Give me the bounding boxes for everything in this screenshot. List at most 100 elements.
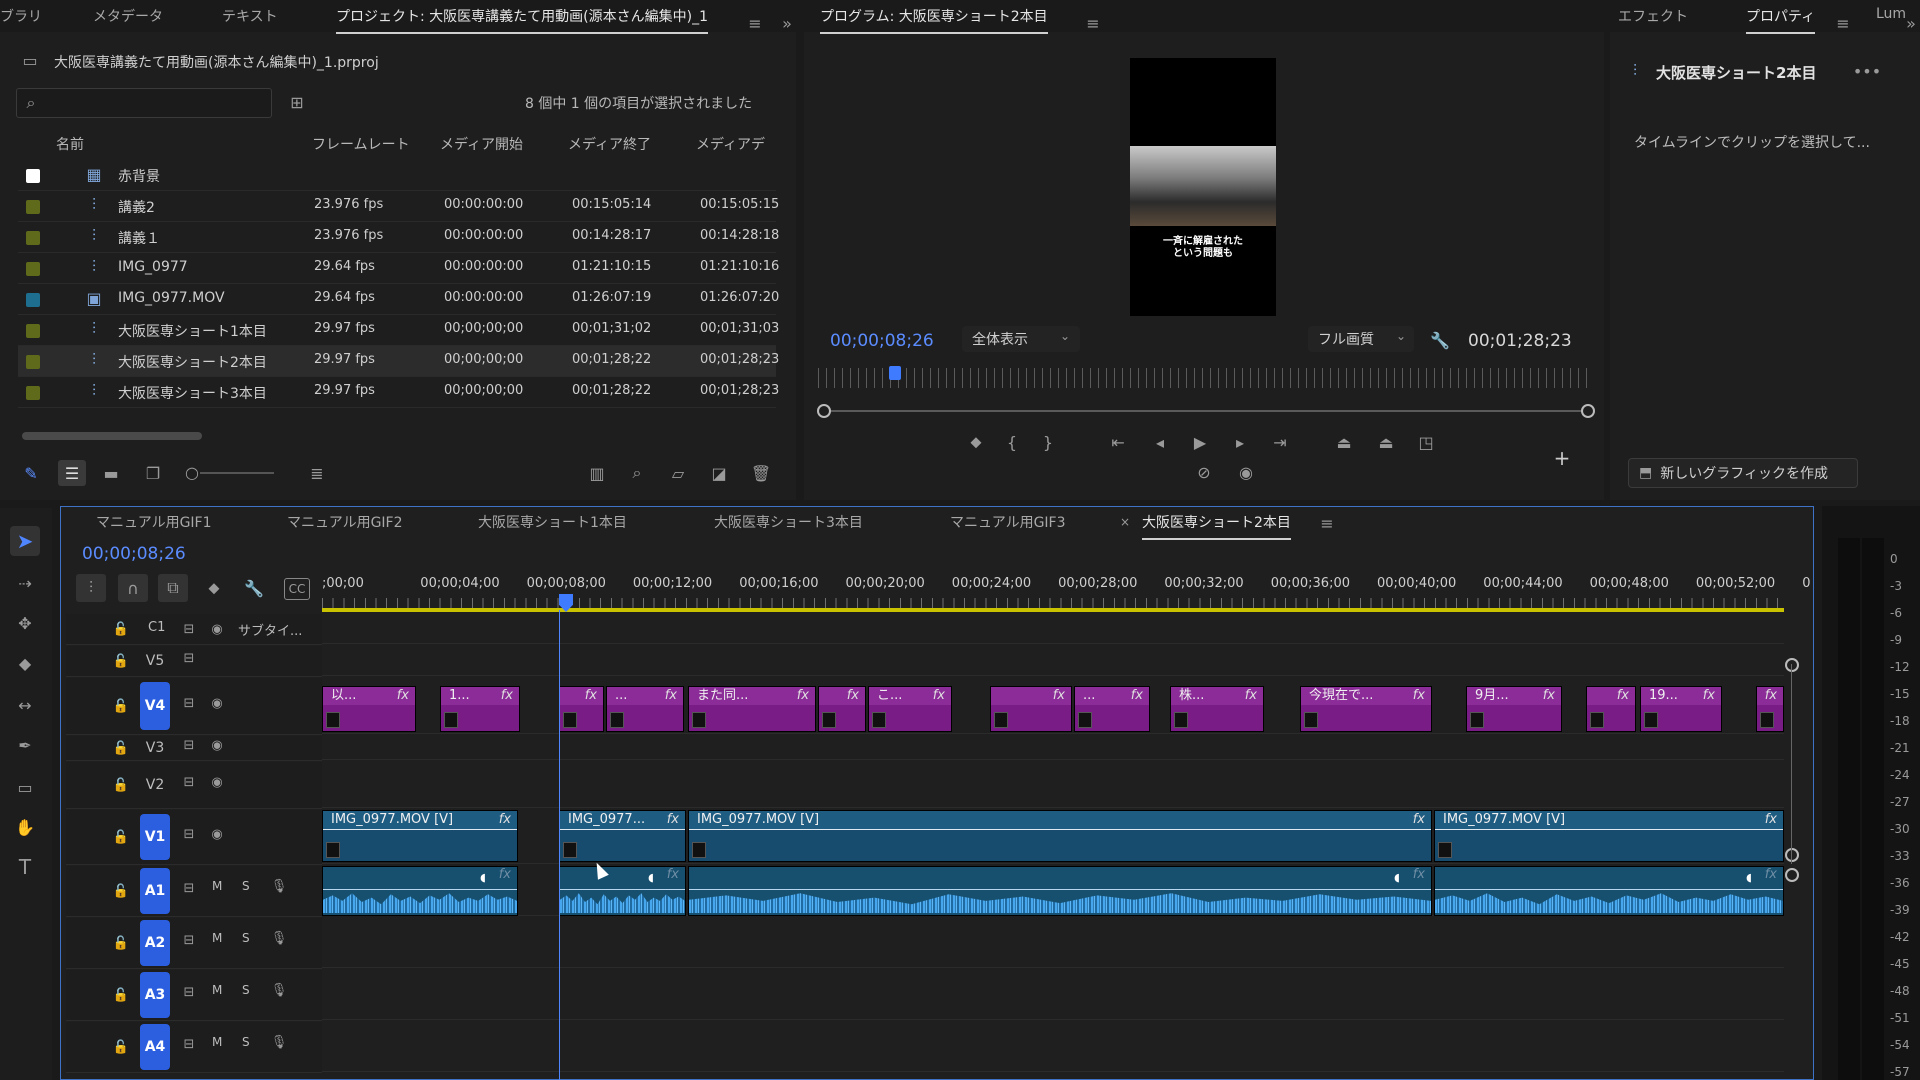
audio-clip-a1[interactable]: ◖ fx: [322, 866, 518, 916]
video-clip-v4[interactable]: fx: [1756, 686, 1784, 732]
hamburger-icon[interactable]: ≡: [746, 14, 764, 33]
solo-button[interactable]: S: [242, 931, 250, 945]
video-clip-v4[interactable]: ... fx: [606, 686, 684, 732]
slip-tool-icon[interactable]: ↔: [12, 692, 38, 718]
solo-button[interactable]: S: [242, 879, 250, 893]
compare-icon[interactable]: ◳: [1414, 432, 1438, 452]
track-target-v5[interactable]: V5: [140, 646, 170, 676]
program-scrollbar[interactable]: [822, 410, 1586, 412]
video-clip-v4[interactable]: また同... fx: [688, 686, 816, 732]
list-view-icon[interactable]: ☰: [58, 460, 86, 486]
fx-badge[interactable]: fx: [499, 867, 511, 882]
video-clip-v4[interactable]: fx: [559, 686, 604, 732]
fx-badge[interactable]: fx: [1703, 687, 1715, 705]
more-options-icon[interactable]: •••: [1853, 60, 1881, 82]
work-area-bar[interactable]: [322, 608, 1784, 612]
snap-icon[interactable]: ∩: [118, 574, 148, 602]
label-color-swatch[interactable]: [26, 324, 40, 338]
lock-icon[interactable]: 🔓: [112, 1038, 130, 1056]
microphone-icon[interactable]: 🎙: [270, 1033, 288, 1051]
vscroll-handle-top[interactable]: [1785, 658, 1799, 672]
add-marker-icon[interactable]: ⬥: [204, 578, 224, 598]
sort-icon[interactable]: ≣: [306, 462, 328, 484]
video-clip-v4[interactable]: fx: [1586, 686, 1636, 732]
lift-icon[interactable]: ⏏: [1332, 432, 1356, 452]
video-clip-v1[interactable]: IMG_0977.MOV [V] fx: [322, 810, 518, 862]
go-to-in-icon[interactable]: ⇤: [1108, 432, 1128, 452]
solo-button[interactable]: S: [242, 1035, 250, 1049]
step-back-icon[interactable]: ◂: [1150, 432, 1170, 452]
go-to-out-icon[interactable]: ⇥: [1270, 432, 1290, 452]
scroll-start-handle[interactable]: [817, 404, 831, 418]
project-item-row[interactable]: ⫶ IMG_0977 29.64 fps 00:00:00:00 01:21:10:15…: [18, 253, 779, 284]
razor-tool-icon[interactable]: ◆: [12, 650, 38, 676]
sync-lock-icon[interactable]: ⊟: [180, 879, 198, 897]
project-item-row[interactable]: ⫶ 講義2 23.976 fps 00:00:00:00 00:15:05:14 00:1…: [18, 191, 779, 222]
eye-icon[interactable]: ◉: [208, 694, 226, 712]
microphone-icon[interactable]: 🎙: [270, 981, 288, 999]
add-button-icon[interactable]: +: [1552, 446, 1572, 470]
fx-badge[interactable]: fx: [1413, 687, 1425, 705]
rectangle-tool-icon[interactable]: ▭: [12, 774, 38, 800]
label-color-swatch[interactable]: [26, 200, 40, 214]
track-target-v2[interactable]: V2: [140, 770, 170, 800]
sync-lock-icon[interactable]: ⊟: [180, 736, 198, 754]
video-clip-v1[interactable]: IMG_0977... fx: [559, 810, 686, 862]
track-target-v1[interactable]: V1: [140, 814, 170, 860]
lock-icon[interactable]: 🔓: [112, 882, 130, 900]
eye-icon[interactable]: ◉: [208, 825, 226, 843]
lock-icon[interactable]: 🔓: [112, 652, 130, 670]
timeline-timecode[interactable]: 00;00;08;26: [82, 544, 186, 564]
tab-short2[interactable]: 大阪医専ショート2本目: [1142, 512, 1291, 540]
fx-badge[interactable]: fx: [1245, 687, 1257, 705]
vscroll-handle-mid[interactable]: [1785, 848, 1799, 862]
col-name[interactable]: 名前: [56, 134, 84, 154]
zoom-slider-knob-icon[interactable]: ○: [184, 463, 200, 482]
hand-tool-icon[interactable]: ✋: [12, 814, 38, 840]
video-clip-v4[interactable]: こ... fx: [868, 686, 952, 732]
tab-gif2[interactable]: マニュアル用GIF2: [287, 512, 403, 532]
eye-icon[interactable]: ◉: [208, 620, 226, 638]
lock-icon[interactable]: 🔓: [112, 934, 130, 952]
fx-badge[interactable]: fx: [499, 811, 511, 829]
audio-clip-a1[interactable]: ◖ fx: [688, 866, 1432, 916]
sync-lock-icon[interactable]: ⊟: [180, 620, 198, 638]
project-item-row[interactable]: ⫶ 大阪医専ショート3本目 29.97 fps 00;00;00;00 00;01;28…: [18, 377, 779, 408]
col-media-end[interactable]: メディア終了: [568, 134, 651, 154]
zoom-slider[interactable]: [200, 472, 274, 474]
new-bin-icon[interactable]: ▱: [667, 462, 689, 484]
mark-out-icon[interactable]: }: [1038, 432, 1058, 452]
video-frame[interactable]: 一斉に解雇された という問題も: [1130, 58, 1276, 316]
tab-library[interactable]: ブラリ: [0, 6, 42, 26]
col-media-duration[interactable]: メディアデ: [696, 134, 765, 154]
fx-badge[interactable]: fx: [1765, 687, 1777, 705]
mute-button[interactable]: M: [212, 1035, 222, 1049]
new-graphic-button[interactable]: ⬒ 新しいグラフィックを作成: [1628, 458, 1858, 488]
fx-badge[interactable]: fx: [1617, 687, 1629, 705]
label-color-swatch[interactable]: [26, 355, 40, 369]
lock-icon[interactable]: 🔓: [112, 776, 130, 794]
tab-metadata[interactable]: メタデータ: [93, 6, 163, 26]
quality-dropdown[interactable]: フル画質 ⌄: [1308, 326, 1414, 352]
track-target-v4[interactable]: V4: [140, 682, 170, 730]
fx-badge[interactable]: fx: [933, 687, 945, 705]
fx-badge[interactable]: fx: [397, 687, 409, 705]
video-clip-v4[interactable]: 今現在で... fx: [1300, 686, 1432, 732]
linked-selection-icon[interactable]: ⧉: [158, 574, 188, 602]
eye-icon[interactable]: ◉: [208, 736, 226, 754]
sync-lock-icon[interactable]: ⊟: [180, 825, 198, 843]
zoom-dropdown[interactable]: 全体表示 ⌄: [962, 326, 1080, 352]
video-clip-v1[interactable]: IMG_0977.MOV [V] fx: [1434, 810, 1784, 862]
track-target-a2[interactable]: A2: [140, 920, 170, 966]
scroll-end-handle[interactable]: [1581, 404, 1595, 418]
sync-lock-icon[interactable]: ⊟: [180, 773, 198, 791]
program-timecode[interactable]: 00;00;08;26: [830, 331, 934, 351]
video-clip-v4[interactable]: 株... fx: [1170, 686, 1264, 732]
program-ruler[interactable]: [818, 368, 1590, 388]
search-input[interactable]: [47, 92, 261, 114]
search-box[interactable]: ⌕: [16, 88, 272, 118]
track-target-a4[interactable]: A4: [140, 1024, 170, 1070]
label-color-swatch[interactable]: [26, 386, 40, 400]
label-color-swatch[interactable]: [26, 231, 40, 245]
fx-badge[interactable]: fx: [501, 687, 513, 705]
